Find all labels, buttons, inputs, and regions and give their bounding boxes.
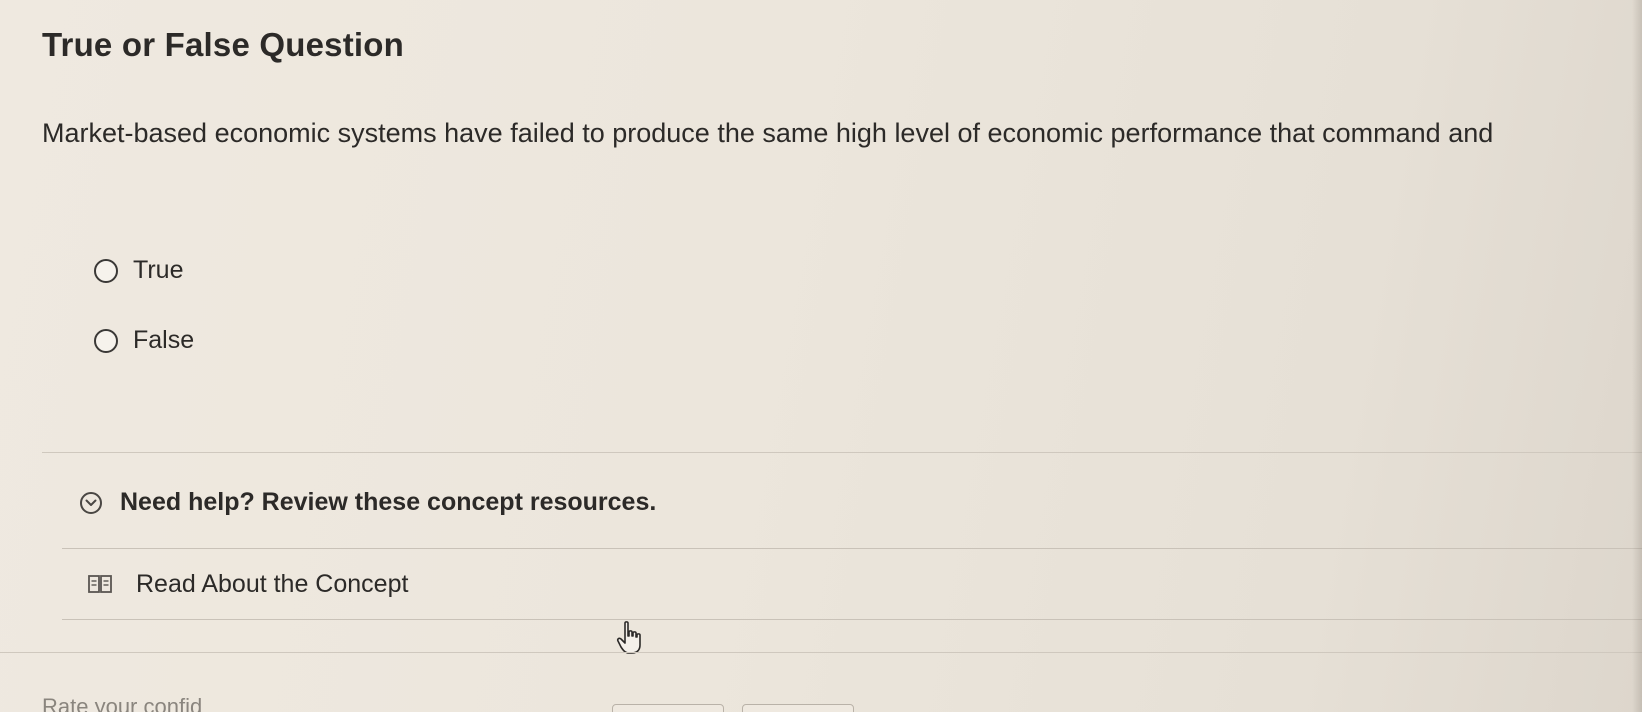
radio-button-false[interactable] xyxy=(94,328,118,353)
footer-divider xyxy=(0,652,1642,653)
option-false[interactable]: False xyxy=(94,326,194,355)
screen-edge-shadow xyxy=(1632,0,1642,712)
book-icon xyxy=(88,574,112,594)
question-prompt: Market-based economic systems have faile… xyxy=(42,118,1494,148)
radio-button-true[interactable] xyxy=(94,258,118,283)
concept-resources-toggle[interactable]: Need help? Review these concept resource… xyxy=(80,488,656,517)
confidence-rating-prompt: Rate your confid xyxy=(42,694,203,712)
hand-pointer-cursor-icon xyxy=(616,620,644,656)
read-about-concept-label: Read About the Concept xyxy=(136,569,409,598)
confidence-option-button[interactable] xyxy=(742,704,854,712)
option-label-true: True xyxy=(133,256,184,284)
chevron-down-circle-icon xyxy=(80,491,102,514)
option-label-false: False xyxy=(133,326,195,354)
confidence-option-button[interactable] xyxy=(612,704,724,712)
concept-resources-label: Need help? Review these concept resource… xyxy=(120,488,657,516)
option-true[interactable]: True xyxy=(94,256,183,285)
question-type-title: True or False Question xyxy=(42,26,404,63)
read-about-concept-link[interactable]: Read About the Concept xyxy=(62,548,1642,620)
section-divider xyxy=(42,452,1642,453)
quiz-page: True or False Question Market-based econ… xyxy=(0,0,1642,712)
